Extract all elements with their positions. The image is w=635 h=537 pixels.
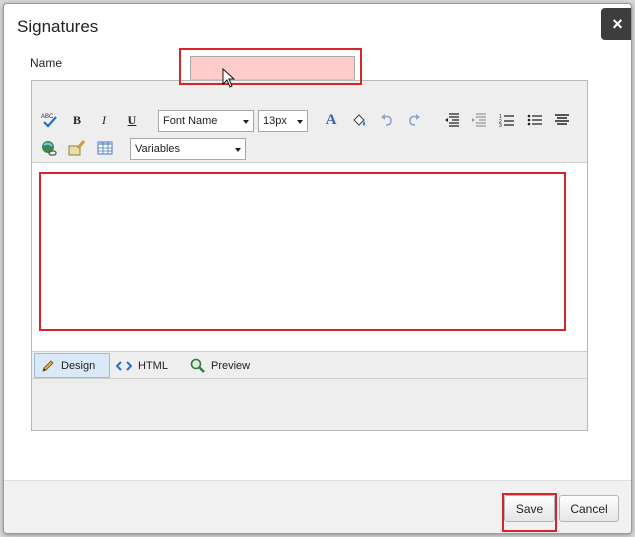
bold-icon: B: [72, 112, 81, 127]
close-button[interactable]: ×: [601, 8, 631, 40]
cancel-button[interactable]: Cancel: [559, 495, 619, 522]
font-color-button[interactable]: A: [322, 111, 340, 129]
clean-html-icon[interactable]: [68, 139, 86, 157]
underline-icon: U: [127, 112, 137, 127]
font-name-value: Font Name: [163, 115, 218, 127]
indent-icon[interactable]: [470, 111, 488, 129]
tab-preview[interactable]: Preview: [184, 353, 264, 378]
font-size-value: 13px: [263, 115, 287, 127]
italic-button[interactable]: I: [95, 111, 113, 129]
chevron-down-icon: [243, 120, 249, 124]
insert-link-icon[interactable]: [40, 139, 58, 157]
pencil-icon: [42, 359, 54, 372]
chevron-down-icon: [235, 148, 241, 152]
close-icon: ×: [612, 13, 623, 34]
tab-design[interactable]: Design: [34, 353, 110, 378]
tab-design-label: Design: [61, 359, 96, 372]
code-icon: [116, 360, 132, 371]
redo-icon[interactable]: [405, 111, 423, 129]
highlight-box-save: [502, 493, 557, 532]
undo-icon[interactable]: [378, 111, 396, 129]
underline-button[interactable]: U: [123, 111, 141, 129]
tab-html-label: HTML: [138, 359, 168, 372]
svg-text:3: 3: [499, 123, 502, 127]
font-name-select[interactable]: Font Name: [158, 110, 254, 132]
font-size-select[interactable]: 13px: [258, 110, 308, 132]
insert-table-icon[interactable]: [96, 139, 114, 157]
magnifier-icon: [190, 358, 205, 373]
chevron-down-icon: [297, 120, 303, 124]
highlight-box-name: [179, 48, 362, 85]
editor-status-bar: [32, 379, 587, 430]
variables-select[interactable]: Variables: [130, 138, 246, 160]
bold-button[interactable]: B: [68, 111, 86, 129]
tab-html[interactable]: HTML: [110, 353, 180, 378]
justify-icon[interactable]: [553, 111, 571, 129]
ordered-list-icon[interactable]: 123: [498, 111, 516, 129]
outdent-icon[interactable]: [443, 111, 461, 129]
variables-value: Variables: [135, 143, 181, 155]
svg-text:ABC: ABC: [41, 114, 54, 120]
editor-toolbar: ABC B I U Font Name 13px A 1 2 3 Variabl…: [32, 81, 587, 163]
spellcheck-icon[interactable]: ABC: [40, 111, 58, 129]
font-color-icon: A: [325, 111, 337, 128]
dialog-title: Signatures: [17, 17, 99, 36]
unordered-list-icon[interactable]: [526, 111, 544, 129]
italic-icon: I: [102, 112, 106, 127]
tab-preview-label: Preview: [211, 359, 251, 372]
highlight-box-editor: [39, 172, 566, 331]
editor-mode-bar: Design HTML Preview: [32, 351, 587, 379]
highlight-icon[interactable]: [350, 111, 368, 129]
mouse-cursor-icon: [222, 67, 236, 93]
signatures-dialog: Signatures × Name ABC B I U Font Name 13…: [3, 3, 632, 534]
name-label: Name: [30, 56, 63, 70]
